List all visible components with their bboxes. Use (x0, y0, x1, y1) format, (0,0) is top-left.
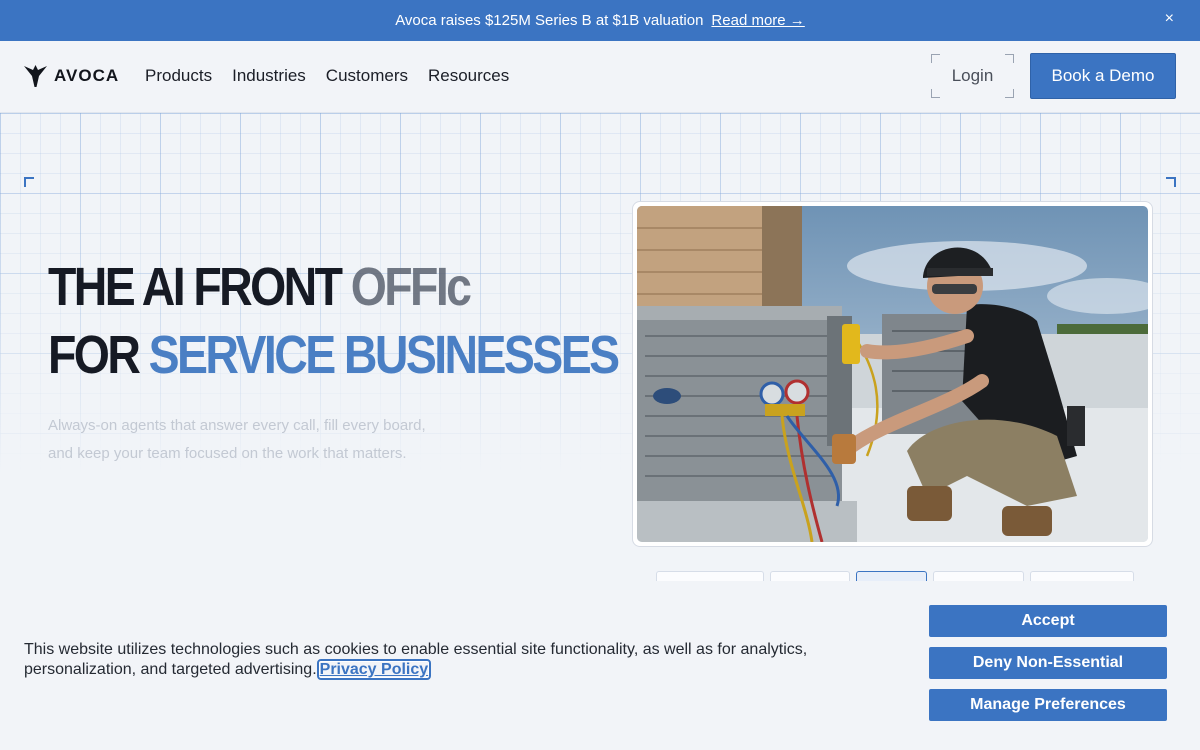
menu-item-resources[interactable]: Resources (428, 66, 509, 86)
menu-item-products[interactable]: Products (145, 66, 212, 86)
top-navigation: AVOCA Products Industries Customers Reso… (0, 41, 1200, 113)
cookie-text-block: This website utilizes technologies such … (24, 640, 884, 680)
login-button[interactable]: Login (931, 54, 1014, 98)
cookie-banner: This website utilizes technologies such … (0, 590, 1200, 750)
announcement-message: Avoca raises $125M Series B at $1B valua… (395, 12, 704, 29)
privacy-policy-link[interactable]: Privacy Policy (316, 659, 432, 680)
headline-typing-text: OFFIc (350, 257, 472, 317)
close-icon[interactable]: × (1165, 10, 1174, 28)
headline-line1: THE AI FRONT (48, 257, 351, 317)
logo-wordmark: AVOCA (54, 66, 120, 85)
logo[interactable]: AVOCA (24, 65, 119, 87)
main-menu: Products Industries Customers Resources (145, 66, 509, 86)
avoca-bird-icon (24, 65, 47, 87)
cookie-manage-button[interactable]: Manage Preferences (929, 689, 1167, 721)
corner-bracket-left (24, 177, 34, 187)
cookie-deny-button[interactable]: Deny Non-Essential (929, 647, 1167, 679)
carousel-tab-3-active[interactable] (856, 571, 927, 581)
carousel-tab-5[interactable] (1030, 571, 1134, 581)
hvac-technician-photo (637, 206, 1148, 542)
login-label: Login (951, 66, 994, 85)
menu-item-customers[interactable]: Customers (326, 66, 408, 86)
carousel-tab-1[interactable] (656, 571, 764, 581)
carousel-tab-2[interactable] (770, 571, 850, 581)
cookie-accept-button[interactable]: Accept (929, 605, 1167, 637)
headline-line2-prefix: FOR (48, 325, 149, 385)
carousel-tab-4[interactable] (933, 571, 1024, 581)
menu-item-industries[interactable]: Industries (232, 66, 306, 86)
hero-headline: THE AI FRONT OFFIc FOR SERVICE BUSINESSE… (48, 253, 620, 389)
carousel-tabs (656, 571, 1136, 581)
headline-highlight: SERVICE BUSINESSES (148, 325, 620, 385)
hero-photo-card (632, 201, 1153, 547)
announcement-read-more-link[interactable]: Read more → (711, 12, 804, 29)
corner-bracket-right (1166, 177, 1176, 187)
hero-subtitle: Always-on agents that answer every call,… (48, 417, 426, 462)
book-demo-button[interactable]: Book a Demo (1030, 53, 1176, 99)
announcement-bar: Avoca raises $125M Series B at $1B valua… (0, 0, 1200, 41)
